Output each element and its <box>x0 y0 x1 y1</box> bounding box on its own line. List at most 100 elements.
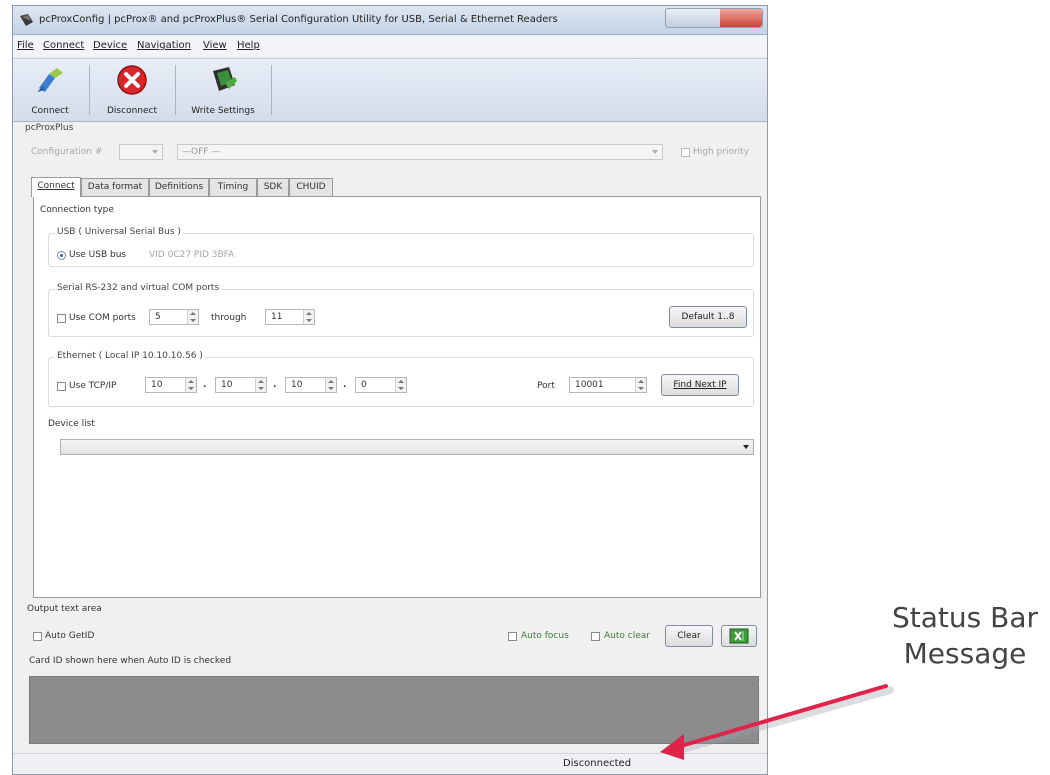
connect-icon <box>37 68 63 92</box>
write-settings-icon <box>213 67 237 91</box>
menu-device[interactable]: Device <box>93 40 127 51</box>
callout-label: Status Bar Message <box>880 600 1050 672</box>
ip-octet-3-stepper[interactable]: 10 <box>285 377 337 393</box>
com-port-from-stepper[interactable]: 5 <box>149 309 199 325</box>
tab-sdk[interactable]: SDK <box>257 178 289 196</box>
menu-navigation[interactable]: Navigation <box>137 40 191 51</box>
use-com-ports-checkbox[interactable] <box>57 314 66 323</box>
auto-clear-checkbox[interactable] <box>591 632 600 641</box>
device-list-select[interactable] <box>60 439 754 455</box>
disconnect-icon <box>117 65 147 95</box>
window-controls <box>665 8 763 28</box>
ip-octet-2-value: 10 <box>221 380 233 390</box>
configuration-name-select[interactable]: —OFF — <box>177 144 663 160</box>
callout-arrow-icon <box>660 684 894 760</box>
usb-group: USB ( Universal Serial Bus ) Use USB bus… <box>48 227 754 267</box>
auto-clear-label: Auto clear <box>604 631 650 641</box>
auto-focus-label: Auto focus <box>521 631 569 641</box>
usb-group-title: USB ( Universal Serial Bus ) <box>55 227 183 237</box>
spreadsheet-icon <box>729 628 749 644</box>
spin-arrows-icon[interactable] <box>325 378 336 392</box>
configuration-value: —OFF — <box>182 147 221 157</box>
device-name: pcProxPlus <box>25 123 74 133</box>
toolbar-separator <box>271 65 272 115</box>
callout-line-1: Status Bar <box>891 601 1038 634</box>
auto-getid-label: Auto GetID <box>45 631 95 641</box>
connect-label: Connect <box>31 106 69 116</box>
menu-bar: File Connect Device Navigation View Help <box>13 36 767 56</box>
chevron-down-icon <box>743 445 749 449</box>
ip-octet-2-stepper[interactable]: 10 <box>215 377 267 393</box>
toolbar: Connect Disconnect Write Settings <box>13 58 767 122</box>
high-priority-checkbox[interactable] <box>681 148 690 157</box>
find-next-ip-button[interactable]: Find Next IP <box>661 374 739 396</box>
connection-type-label: Connection type <box>40 205 114 215</box>
com-port-to-value: 11 <box>271 312 283 322</box>
tab-chuid[interactable]: CHUID <box>289 178 333 196</box>
menu-help[interactable]: Help <box>237 40 260 51</box>
com-port-to-stepper[interactable]: 11 <box>265 309 315 325</box>
spin-arrows-icon[interactable] <box>187 310 198 324</box>
spin-arrows-icon[interactable] <box>635 378 646 392</box>
serial-group: Serial RS-232 and virtual COM ports Use … <box>48 283 754 337</box>
ip-octet-1-stepper[interactable]: 10 <box>145 377 197 393</box>
spin-arrows-icon[interactable] <box>303 310 314 324</box>
through-label: through <box>211 313 247 323</box>
connect-button[interactable]: Connect <box>19 62 81 118</box>
clear-button[interactable]: Clear <box>665 625 713 647</box>
disconnect-button[interactable]: Disconnect <box>97 62 167 118</box>
usb-ids: VID 0C27 PID 3BFA <box>149 250 235 260</box>
ethernet-group-title: Ethernet ( Local IP 10.10.10.56 ) <box>55 351 205 361</box>
spin-arrows-icon[interactable] <box>185 378 196 392</box>
maximize-button[interactable] <box>694 9 720 27</box>
ip-octet-3-value: 10 <box>291 380 303 390</box>
configuration-label: Configuration # <box>31 147 103 157</box>
port-value: 10001 <box>575 380 604 390</box>
chevron-down-icon <box>152 150 158 154</box>
title-bar[interactable]: pcProxConfig | pcProx® and pcProxPlus® S… <box>13 6 767 35</box>
ethernet-group: Ethernet ( Local IP 10.10.10.56 ) Use TC… <box>48 351 754 407</box>
output-hint: Card ID shown here when Auto ID is check… <box>29 656 232 666</box>
use-tcpip-checkbox[interactable] <box>57 382 66 391</box>
menu-file[interactable]: File <box>17 40 34 51</box>
minimize-button[interactable] <box>666 9 694 27</box>
configuration-number-select[interactable] <box>119 144 163 160</box>
chevron-down-icon <box>652 150 658 154</box>
use-com-ports-label: Use COM ports <box>69 313 136 323</box>
use-tcpip-label: Use TCP/IP <box>69 381 117 391</box>
toolbar-separator <box>89 65 90 115</box>
disconnect-label: Disconnect <box>107 106 157 116</box>
port-label: Port <box>537 381 555 391</box>
tab-definitions[interactable]: Definitions <box>149 178 209 196</box>
toolbar-separator <box>175 65 176 115</box>
close-button[interactable] <box>720 9 762 27</box>
ip-dot: . <box>203 380 207 390</box>
spin-arrows-icon[interactable] <box>255 378 266 392</box>
ip-dot: . <box>343 380 347 390</box>
callout-line-2: Message <box>903 637 1027 670</box>
tab-connect[interactable]: Connect <box>31 177 81 197</box>
use-usb-radio[interactable] <box>57 251 66 260</box>
tab-timing[interactable]: Timing <box>209 178 257 196</box>
default-com-button[interactable]: Default 1..8 <box>669 306 747 328</box>
use-usb-label: Use USB bus <box>69 250 127 260</box>
connect-tab-panel: Connection type USB ( Universal Serial B… <box>33 196 761 598</box>
ip-octet-4-stepper[interactable]: 0 <box>355 377 407 393</box>
high-priority-label: High priority <box>693 147 750 157</box>
export-button[interactable] <box>721 625 757 647</box>
app-icon <box>20 14 33 26</box>
write-settings-label: Write Settings <box>191 106 255 116</box>
auto-getid-checkbox[interactable] <box>33 632 42 641</box>
output-area-title: Output text area <box>27 604 102 614</box>
port-stepper[interactable]: 10001 <box>569 377 647 393</box>
configuration-row: Configuration # —OFF — High priority <box>31 144 761 164</box>
auto-focus-checkbox[interactable] <box>508 632 517 641</box>
ip-dot: . <box>273 380 277 390</box>
write-settings-button[interactable]: Write Settings <box>181 62 265 118</box>
spin-arrows-icon[interactable] <box>395 378 406 392</box>
tab-data-format[interactable]: Data format <box>81 178 149 196</box>
com-port-from-value: 5 <box>155 312 161 322</box>
serial-group-title: Serial RS-232 and virtual COM ports <box>55 283 222 293</box>
menu-view[interactable]: View <box>203 40 227 51</box>
menu-connect[interactable]: Connect <box>43 40 84 51</box>
